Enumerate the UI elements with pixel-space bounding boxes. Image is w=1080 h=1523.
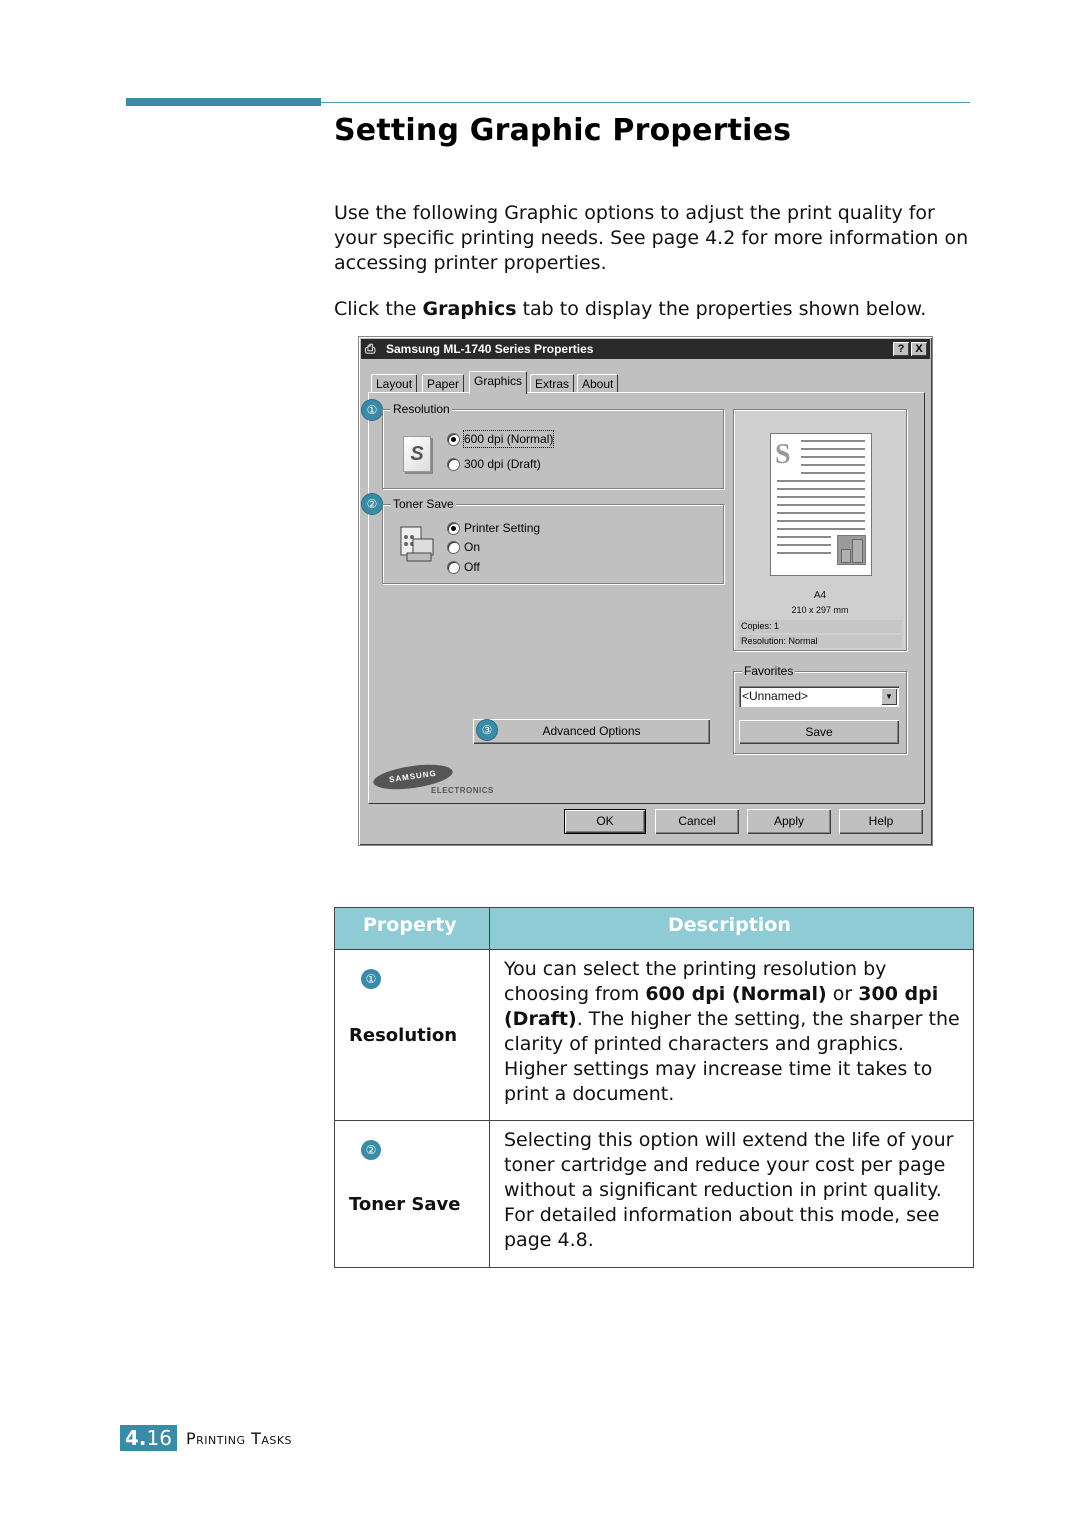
toner-save-group-label: Toner Save: [391, 497, 456, 511]
advanced-options-button[interactable]: ③ Advanced Options: [473, 719, 710, 744]
copies-info: Copies: 1: [738, 620, 902, 633]
instruction-suffix: tab to display the properties shown belo…: [516, 298, 927, 320]
page-preview-panel: S A4 210 x 297 mm Copies: 1 Resolution: …: [733, 409, 907, 651]
property-table: Property Description ① Resolution You ca…: [334, 907, 974, 1268]
paper-dimensions: 210 x 297 mm: [791, 605, 849, 615]
radio-toner-on-label: On: [464, 540, 481, 554]
preview-line: [777, 480, 865, 482]
radio-600dpi-button[interactable]: [447, 433, 460, 446]
column-divider: [489, 950, 490, 1120]
radio-printer-setting-label: Printer Setting: [464, 521, 541, 535]
preview-line: [801, 456, 865, 458]
property-name: Toner Save: [349, 1194, 461, 1215]
help-button[interactable]: Help: [839, 809, 923, 834]
chapter-number: 4.: [125, 1426, 147, 1450]
cancel-button[interactable]: Cancel: [655, 809, 739, 834]
resolution-document-icon: S: [403, 436, 431, 472]
printer-icon: ⎙: [365, 341, 376, 356]
tab-about[interactable]: About: [577, 374, 619, 393]
ok-button[interactable]: OK: [564, 809, 646, 834]
apply-button[interactable]: Apply: [747, 809, 831, 834]
property-description: Selecting this option will extend the li…: [504, 1129, 954, 1251]
printer-toner-icon: [400, 526, 434, 562]
instruction-prefix: Click the: [334, 298, 423, 320]
radio-toner-off-button[interactable]: [447, 561, 460, 574]
samsung-logo: SAMSUNG ELECTRONICS: [371, 760, 523, 802]
callout-badge-3: ③: [477, 720, 497, 740]
preview-line: [801, 448, 865, 450]
preview-line: [777, 520, 865, 522]
column-divider: [489, 908, 490, 949]
page-number: 4.16: [120, 1425, 177, 1451]
desc-text: or: [826, 983, 859, 1005]
favorites-select[interactable]: <Unnamed> ▼: [739, 686, 899, 707]
preview-line: [777, 504, 865, 506]
dialog-titlebar: ⎙ Samsung ML-1740 Series Properties ? X: [361, 339, 930, 359]
instruction-bold: Graphics: [422, 298, 517, 320]
radio-printer-setting-button[interactable]: [447, 522, 460, 535]
preview-s-glyph: S: [775, 439, 791, 470]
resolution-group-label: Resolution: [391, 402, 452, 416]
table-row: ① Resolution You can select the printing…: [335, 950, 973, 1121]
page-preview-sheet: S: [770, 433, 872, 576]
preview-line: [777, 536, 831, 538]
row-badge-1: ①: [361, 969, 381, 989]
preview-line: [777, 496, 865, 498]
radio-300dpi-label: 300 dpi (Draft): [464, 457, 541, 471]
samsung-logo-sub: ELECTRONICS: [431, 786, 494, 795]
page-in-chapter: 16: [146, 1426, 172, 1450]
radio-toner-on-button[interactable]: [447, 541, 460, 554]
close-button[interactable]: X: [911, 342, 927, 356]
preview-chart-graphic: [837, 535, 866, 565]
resolution-info: Resolution: Normal: [738, 635, 902, 648]
favorites-select-value: <Unnamed>: [742, 689, 809, 703]
header-description: Description: [668, 914, 791, 936]
help-title-button[interactable]: ?: [893, 342, 909, 356]
paper-size: A4: [813, 590, 827, 601]
page-title: Setting Graphic Properties: [334, 113, 792, 148]
instruction-paragraph: Click the Graphics tab to display the pr…: [334, 297, 974, 322]
preview-line: [777, 552, 831, 554]
preview-line: [801, 464, 865, 466]
section-name: Printing Tasks: [186, 1429, 293, 1448]
preview-line: [777, 488, 865, 490]
row-badge-2: ②: [361, 1140, 381, 1160]
properties-dialog: ⎙ Samsung ML-1740 Series Properties ? X …: [358, 336, 933, 846]
callout-badge-2: ②: [362, 494, 382, 514]
table-header: Property Description: [335, 908, 973, 950]
preview-line: [777, 512, 865, 514]
column-divider: [489, 1121, 490, 1267]
favorites-group: Favorites <Unnamed> ▼ Save: [733, 664, 907, 754]
resolution-group: Resolution S 600 dpi (Normal) 300 dpi (D…: [382, 402, 724, 489]
header-rule-thin: [321, 102, 970, 103]
callout-badge-1: ①: [362, 400, 382, 420]
property-name: Resolution: [349, 1025, 458, 1046]
preview-line: [801, 440, 865, 442]
preview-line: [801, 472, 865, 474]
desc-bold: 600 dpi (Normal): [645, 983, 827, 1005]
table-row: ② Toner Save Selecting this option will …: [335, 1121, 973, 1267]
intro-paragraph: Use the following Graphic options to adj…: [334, 202, 969, 274]
radio-toner-off-label: Off: [464, 560, 480, 574]
preview-line: [777, 528, 865, 530]
favorites-save-button[interactable]: Save: [739, 720, 899, 744]
tab-extras[interactable]: Extras: [530, 374, 575, 393]
preview-line: [777, 544, 831, 546]
favorites-group-label: Favorites: [742, 664, 796, 678]
chevron-down-icon[interactable]: ▼: [881, 688, 897, 705]
property-description: You can select the printing resolution b…: [504, 957, 964, 1107]
advanced-options-label: Advanced Options: [542, 724, 641, 738]
header-property: Property: [363, 914, 457, 936]
radio-300dpi-button[interactable]: [447, 458, 460, 471]
header-rule-thick: [126, 98, 321, 106]
dialog-title: Samsung ML-1740 Series Properties: [386, 342, 594, 356]
tab-paper[interactable]: Paper: [422, 374, 465, 393]
toner-save-group: Toner Save Printer Setting On Off: [382, 497, 724, 584]
tab-graphics[interactable]: Graphics: [469, 371, 528, 394]
tab-layout[interactable]: Layout: [371, 374, 418, 393]
radio-600dpi-label: 600 dpi (Normal): [462, 430, 555, 448]
